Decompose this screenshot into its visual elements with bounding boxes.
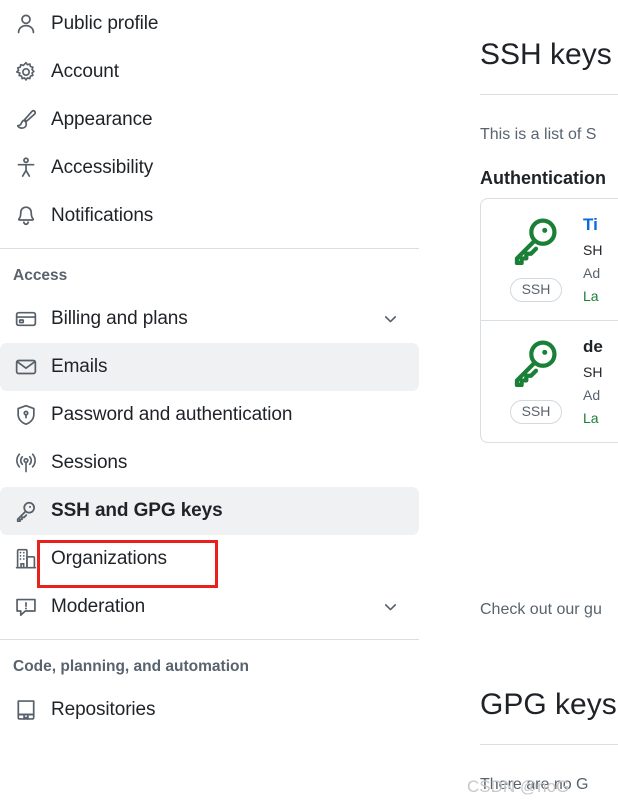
- chevron-down-icon[interactable]: [382, 599, 399, 616]
- gpg-title-divider: [480, 744, 618, 745]
- sidebar-item-appearance[interactable]: Appearance: [0, 96, 419, 144]
- sidebar-item-label: Sessions: [51, 452, 128, 473]
- ssh-key-list: SSH Ti SH Ad La SSH de SH Ad La: [480, 198, 618, 443]
- shield-lock-icon: [13, 402, 39, 428]
- authentication-keys-heading: Authentication: [480, 168, 606, 188]
- report-icon: [13, 594, 39, 620]
- key-added-date: Ad: [583, 265, 601, 281]
- settings-sidebar: Public profile Account Appearance Accessibi…: [0, 0, 430, 805]
- person-icon: [13, 11, 39, 37]
- ssh-key-item: SSH Ti SH Ad La: [481, 199, 618, 321]
- mail-icon: [13, 354, 39, 380]
- key-icon: [511, 215, 561, 270]
- accessibility-icon: [13, 155, 39, 181]
- sidebar-item-label: SSH and GPG keys: [51, 500, 223, 521]
- repo-icon: [13, 697, 39, 723]
- key-title: de: [583, 337, 603, 356]
- creditcard-icon: [13, 306, 39, 332]
- key-icon: [511, 337, 561, 392]
- sidebar-item-label: Emails: [51, 356, 108, 377]
- sidebar-item-label: Organizations: [51, 548, 167, 569]
- sidebar-item-label: Account: [51, 61, 119, 82]
- watermark: CSDN @noG: [467, 777, 570, 796]
- sidebar-item-repositories[interactable]: Repositories: [0, 686, 419, 734]
- sidebar-item-emails[interactable]: Emails: [0, 343, 419, 391]
- organization-icon: [13, 546, 39, 572]
- sidebar-item-sessions[interactable]: Sessions: [0, 439, 419, 487]
- ssh-description: This is a list of S: [480, 126, 597, 143]
- bell-icon: [13, 203, 39, 229]
- sidebar-item-label: Billing and plans: [51, 308, 188, 329]
- sidebar-item-ssh-and-gpg-keys[interactable]: SSH and GPG keys: [0, 487, 419, 535]
- key-title[interactable]: Ti: [583, 215, 602, 235]
- sidebar-item-notifications[interactable]: Notifications: [0, 192, 419, 240]
- ssh-key-item: SSH de SH Ad La: [481, 321, 618, 442]
- sidebar-item-label: Appearance: [51, 109, 153, 130]
- broadcast-icon: [13, 450, 39, 476]
- title-divider: [480, 94, 618, 95]
- sidebar-divider: [0, 248, 419, 249]
- key-fingerprint: SH: [583, 364, 603, 380]
- key-type-badge: SSH: [509, 400, 563, 424]
- sidebar-item-label: Notifications: [51, 205, 154, 226]
- guide-link-text[interactable]: Check out our gu: [480, 601, 602, 619]
- key-added-date: Ad: [583, 387, 601, 403]
- gpg-keys-title: GPG keys: [480, 688, 617, 721]
- key-icon-group: SSH: [499, 337, 573, 426]
- sidebar-item-label: Accessibility: [51, 157, 154, 178]
- key-details: Ti SH Ad La: [573, 215, 602, 304]
- sidebar-item-public-profile[interactable]: Public profile: [0, 0, 419, 48]
- key-last-used: La: [583, 288, 599, 304]
- sidebar-item-label: Repositories: [51, 699, 156, 720]
- sidebar-section-header: Access: [13, 267, 68, 284]
- settings-page: Public profile Account Appearance Accessibi…: [0, 0, 618, 805]
- sidebar-item-account[interactable]: Account: [0, 48, 419, 96]
- sidebar-item-organizations[interactable]: Organizations: [0, 535, 419, 583]
- key-type-badge: SSH: [509, 278, 563, 302]
- ssh-keys-panel: SSH keys This is a list of S Authenticat…: [479, 0, 618, 805]
- page-title: SSH keys: [480, 38, 612, 71]
- key-icon: [13, 498, 39, 524]
- paintbrush-icon: [13, 107, 39, 133]
- chevron-down-icon[interactable]: [382, 311, 399, 328]
- sidebar-item-password-and-authentication[interactable]: Password and authentication: [0, 391, 419, 439]
- sidebar-item-label: Password and authentication: [51, 404, 293, 425]
- sidebar-item-billing-and-plans[interactable]: Billing and plans: [0, 295, 419, 343]
- key-details: de SH Ad La: [573, 337, 603, 426]
- key-last-used: La: [583, 410, 599, 426]
- sidebar-section-header: Code, planning, and automation: [13, 658, 249, 675]
- sidebar-item-label: Moderation: [51, 596, 146, 617]
- sidebar-item-accessibility[interactable]: Accessibility: [0, 144, 419, 192]
- sidebar-item-label: Public profile: [51, 13, 159, 34]
- sidebar-item-moderation[interactable]: Moderation: [0, 583, 419, 631]
- sidebar-divider: [0, 639, 419, 640]
- key-icon-group: SSH: [499, 215, 573, 304]
- gear-icon: [13, 59, 39, 85]
- key-fingerprint: SH: [583, 242, 603, 258]
